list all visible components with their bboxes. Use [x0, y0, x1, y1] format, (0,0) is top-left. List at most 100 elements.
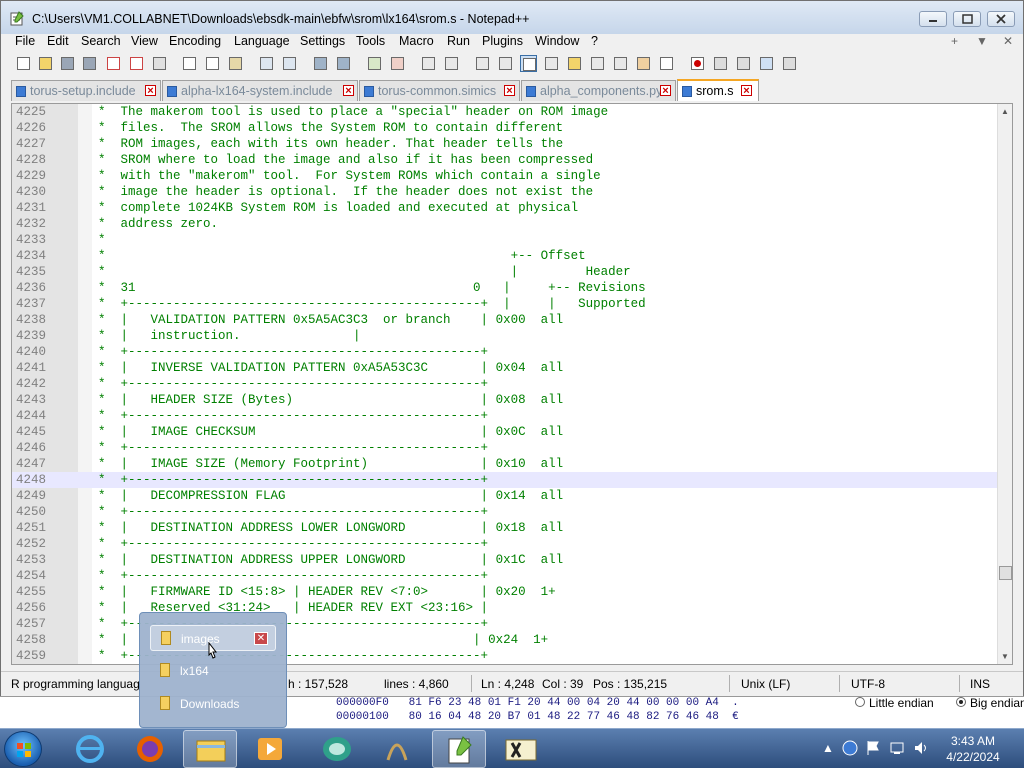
- menu-search[interactable]: Search: [81, 34, 121, 48]
- save-all-button[interactable]: [81, 55, 98, 72]
- editor-line[interactable]: 4240 * +---------------------------------…: [12, 344, 1000, 360]
- editor-line[interactable]: 4235 * | Header: [12, 264, 1000, 280]
- editor-line[interactable]: 4255 * | FIRMWARE ID <15:8> | HEADER REV …: [12, 584, 1000, 600]
- taskbar-app-teal[interactable]: [310, 730, 364, 768]
- editor-line[interactable]: 4251 * | DESTINATION ADDRESS LOWER LONGWO…: [12, 520, 1000, 536]
- big-endian-radio[interactable]: [956, 697, 966, 707]
- code-editor[interactable]: 4225 * The makerom tool is used to place …: [11, 103, 1013, 665]
- tab-close-icon[interactable]: ×: [145, 85, 156, 97]
- taskbar-firefox[interactable]: [123, 730, 177, 768]
- editor-line[interactable]: 4229 * with the "makerom" tool. For Syste…: [12, 168, 1000, 184]
- udl-button[interactable]: [543, 55, 560, 72]
- save-macro-button[interactable]: [781, 55, 798, 72]
- taskbar-internet-explorer[interactable]: [63, 730, 117, 768]
- folder-workspace-button[interactable]: [635, 55, 652, 72]
- scroll-down-icon[interactable]: ▼: [1001, 652, 1009, 661]
- show-hidden-icons[interactable]: ▲: [822, 741, 834, 755]
- editor-line[interactable]: 4248 * +---------------------------------…: [12, 472, 1000, 488]
- tab-close-icon[interactable]: ×: [660, 85, 671, 97]
- editor-line[interactable]: 4250 * +---------------------------------…: [12, 504, 1000, 520]
- taskbar-notepadpp[interactable]: [432, 730, 486, 768]
- save-button[interactable]: [59, 55, 76, 72]
- show-all-chars-button[interactable]: [497, 55, 514, 72]
- network-globe-icon[interactable]: [842, 740, 858, 756]
- tab-alpha-components[interactable]: alpha_components.py ×: [521, 80, 676, 101]
- zoom-out-button[interactable]: [389, 55, 406, 72]
- zoom-in-button[interactable]: [366, 55, 383, 72]
- taskbar-hxd[interactable]: [494, 730, 548, 768]
- editor-line[interactable]: 4239 * | instruction. |: [12, 328, 1000, 344]
- open-file-button[interactable]: [37, 55, 54, 72]
- paste-button[interactable]: [227, 55, 244, 72]
- editor-line[interactable]: 4236 * 31 0 | +-- Revisions: [12, 280, 1000, 296]
- editor-line[interactable]: 4245 * | IMAGE CHECKSUM | 0x0C all: [12, 424, 1000, 440]
- editor-line[interactable]: 4242 * +---------------------------------…: [12, 376, 1000, 392]
- menu-settings[interactable]: Settings: [300, 34, 345, 48]
- new-tab-plus[interactable]: +: [951, 34, 958, 48]
- word-wrap-button[interactable]: [474, 55, 491, 72]
- function-list-button[interactable]: [612, 55, 629, 72]
- tab-torus-common[interactable]: torus-common.simics ×: [359, 80, 520, 101]
- close-button[interactable]: [987, 11, 1015, 27]
- vertical-scrollbar[interactable]: ▲ ▼: [997, 104, 1012, 664]
- new-file-button[interactable]: [15, 55, 32, 72]
- taskbar-media-player[interactable]: [243, 730, 297, 768]
- tab-close-icon[interactable]: ×: [741, 85, 752, 97]
- menu-run[interactable]: Run: [447, 34, 470, 48]
- stop-macro-button[interactable]: [712, 55, 729, 72]
- editor-line[interactable]: 4228 * SROM where to load the image and a…: [12, 152, 1000, 168]
- indent-guide-button[interactable]: [520, 55, 537, 72]
- menu-view[interactable]: View: [131, 34, 158, 48]
- find-button[interactable]: [312, 55, 329, 72]
- tab-alpha-lx164-system[interactable]: alpha-lx164-system.include ×: [162, 80, 358, 101]
- play-macro-button[interactable]: [735, 55, 752, 72]
- editor-line[interactable]: 4241 * | INVERSE VALIDATION PATTERN 0xA5A…: [12, 360, 1000, 376]
- tab-srom[interactable]: srom.s ×: [677, 79, 759, 101]
- replace-button[interactable]: [335, 55, 352, 72]
- maximize-button[interactable]: [953, 11, 981, 27]
- editor-line[interactable]: 4231 * complete 1024KB System ROM is load…: [12, 200, 1000, 216]
- copy-button[interactable]: [204, 55, 221, 72]
- sync-horizontal-button[interactable]: [443, 55, 460, 72]
- volume-icon[interactable]: [913, 740, 929, 756]
- editor-line[interactable]: 4246 * +---------------------------------…: [12, 440, 1000, 456]
- close-document-x[interactable]: ✕: [1003, 34, 1013, 48]
- monitoring-button[interactable]: [658, 55, 675, 72]
- editor-line[interactable]: 4244 * +---------------------------------…: [12, 408, 1000, 424]
- menu-help[interactable]: ?: [591, 34, 598, 48]
- editor-line[interactable]: 4233 *: [12, 232, 1000, 248]
- editor-line[interactable]: 4227 * ROM images, each with its own head…: [12, 136, 1000, 152]
- scroll-thumb[interactable]: [999, 566, 1012, 580]
- editor-line[interactable]: 4252 * +---------------------------------…: [12, 536, 1000, 552]
- taskbar-file-explorer[interactable]: [183, 730, 237, 768]
- system-clock[interactable]: 3:43 AM 4/22/2024: [938, 733, 1008, 765]
- menu-encoding[interactable]: Encoding: [169, 34, 221, 48]
- jumplist-item-downloads[interactable]: Downloads: [150, 691, 276, 717]
- editor-line[interactable]: 4225 * The makerom tool is used to place …: [12, 104, 1000, 120]
- title-bar[interactable]: C:\Users\VM1.COLLABNET\Downloads\ebsdk-m…: [1, 1, 1023, 34]
- tab-close-icon[interactable]: ×: [343, 85, 354, 97]
- menu-edit[interactable]: Edit: [47, 34, 69, 48]
- editor-line[interactable]: 4243 * | HEADER SIZE (Bytes) | 0x08 all: [12, 392, 1000, 408]
- action-center-flag-icon[interactable]: [866, 740, 880, 756]
- menu-macro[interactable]: Macro: [399, 34, 434, 48]
- tab-close-icon[interactable]: ×: [504, 85, 515, 97]
- editor-line[interactable]: 4234 * +-- Offset: [12, 248, 1000, 264]
- editor-line[interactable]: 4226 * files. The SROM allows the System …: [12, 120, 1000, 136]
- sync-vertical-button[interactable]: [420, 55, 437, 72]
- editor-line[interactable]: 4237 * +---------------------------------…: [12, 296, 1000, 312]
- close-icon[interactable]: ✕: [254, 632, 268, 645]
- menu-window[interactable]: Window: [535, 34, 579, 48]
- scroll-up-icon[interactable]: ▲: [1001, 107, 1009, 116]
- minimize-button[interactable]: [919, 11, 947, 27]
- editor-line[interactable]: 4253 * | DESTINATION ADDRESS UPPER LONGWO…: [12, 552, 1000, 568]
- redo-button[interactable]: [281, 55, 298, 72]
- editor-line[interactable]: 4230 * image the header is optional. If t…: [12, 184, 1000, 200]
- menu-language[interactable]: Language: [234, 34, 290, 48]
- network-icon[interactable]: [889, 740, 905, 756]
- tab-list-dropdown[interactable]: ▼: [976, 34, 988, 48]
- editor-line[interactable]: 4232 * address zero.: [12, 216, 1000, 232]
- tab-torus-setup[interactable]: torus-setup.include ×: [11, 80, 161, 101]
- editor-line[interactable]: 4247 * | IMAGE SIZE (Memory Footprint) | …: [12, 456, 1000, 472]
- editor-lines[interactable]: 4225 * The makerom tool is used to place …: [12, 104, 1000, 664]
